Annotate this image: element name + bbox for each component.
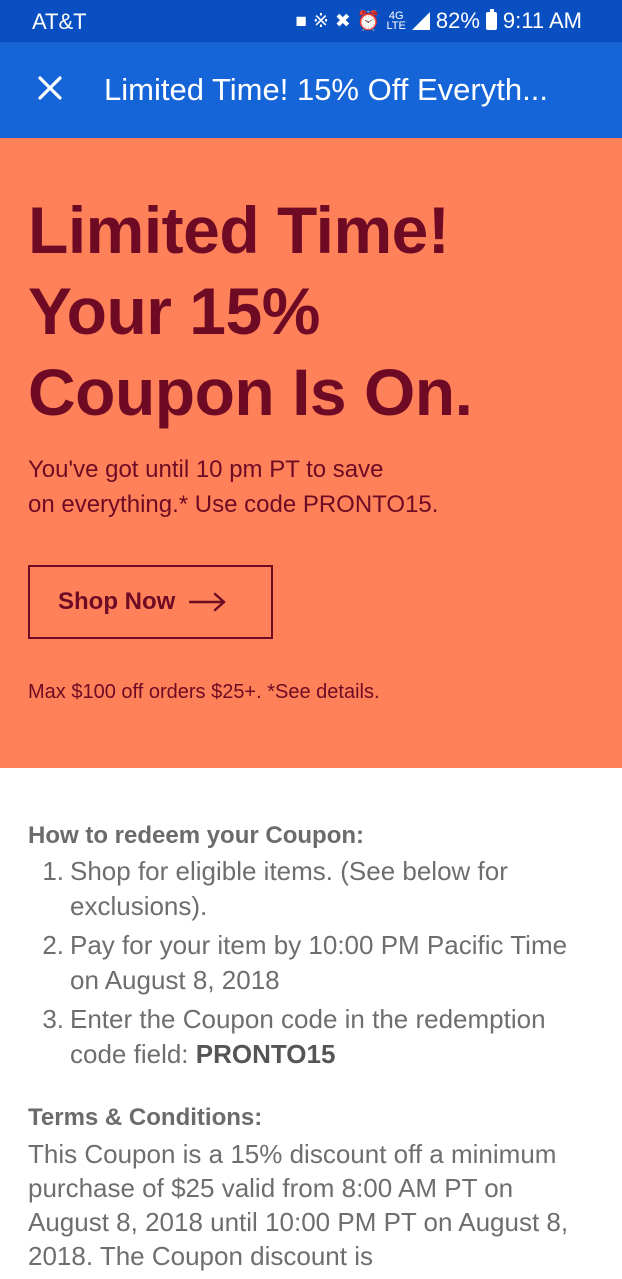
promo-subtext-line: on everything.* Use code PRONTO15.: [28, 491, 439, 518]
coupon-code: PRONTO15: [195, 1039, 336, 1069]
coupon-details: How to redeem your Coupon: 1. Shop for e…: [0, 768, 622, 1279]
promo-subtext-line: You've got until 10 pm PT to save: [28, 456, 384, 483]
terms-body: This Coupon is a 15% discount off a mini…: [28, 1139, 569, 1271]
close-icon: [38, 76, 62, 100]
shop-now-button[interactable]: Shop Now: [28, 565, 273, 639]
bluetooth-icon: ※: [312, 10, 329, 32]
promo-subtext: You've got until 10 pm PT to save on eve…: [28, 452, 588, 522]
redeem-steps: 1. Shop for eligible items. (See below f…: [28, 854, 588, 1076]
battery-icon: [485, 9, 497, 30]
app-bar-title: Limited Time! 15% Off Everyth...: [104, 72, 548, 107]
step-text-wrapper: Enter the Coupon code in the redemption …: [70, 1002, 588, 1072]
promo-heading-line: Your 15%: [28, 274, 320, 348]
network-sub-label: LTE: [386, 20, 406, 32]
promo-heading: Limited Time! Your 15% Coupon Is On.: [28, 190, 598, 433]
step-number: 3.: [42, 1004, 64, 1034]
step-number: 2.: [42, 930, 64, 960]
signal-icon: [411, 12, 430, 30]
redeem-step: 1. Shop for eligible items. (See below f…: [28, 854, 588, 924]
shop-now-label: Shop Now: [58, 588, 176, 615]
promo-fine-print: Max $100 off orders $25+. *See details.: [28, 681, 380, 703]
step-number: 1.: [42, 856, 64, 886]
status-icons: ■ ※ ✖ ⏰ 4G LTE 82% 9:11 AM: [296, 7, 583, 35]
close-button[interactable]: [28, 66, 72, 110]
promo-hero: Limited Time! Your 15% Coupon Is On. You…: [0, 138, 622, 768]
promo-heading-line: Coupon Is On.: [28, 355, 473, 429]
network-type-icon: 4G LTE: [386, 11, 406, 32]
data-saver-icon: ■: [295, 10, 307, 32]
redeem-step: 2. Pay for your item by 10:00 PM Pacific…: [28, 928, 588, 998]
redeem-heading: How to redeem your Coupon:: [28, 822, 364, 849]
carrier-label: AT&T: [32, 9, 87, 34]
status-bar: AT&T ■ ※ ✖ ⏰ 4G LTE 82% 9:11 AM: [0, 0, 622, 42]
step-text: Pay for your item by 10:00 PM Pacific Ti…: [70, 930, 568, 995]
app-bar: Limited Time! 15% Off Everyth...: [0, 42, 622, 138]
clock: 9:11 AM: [502, 8, 582, 33]
redeem-step: 3. Enter the Coupon code in the redempti…: [28, 1002, 588, 1072]
battery-percent: 82%: [435, 8, 480, 33]
alarm-icon: ⏰: [356, 10, 381, 32]
vibrate-icon: ✖: [334, 10, 351, 32]
arrow-right-icon: [189, 592, 226, 612]
step-text: Shop for eligible items. (See below for …: [70, 856, 508, 921]
promo-heading-line: Limited Time!: [28, 193, 450, 267]
terms-heading: Terms & Conditions:: [28, 1104, 263, 1131]
